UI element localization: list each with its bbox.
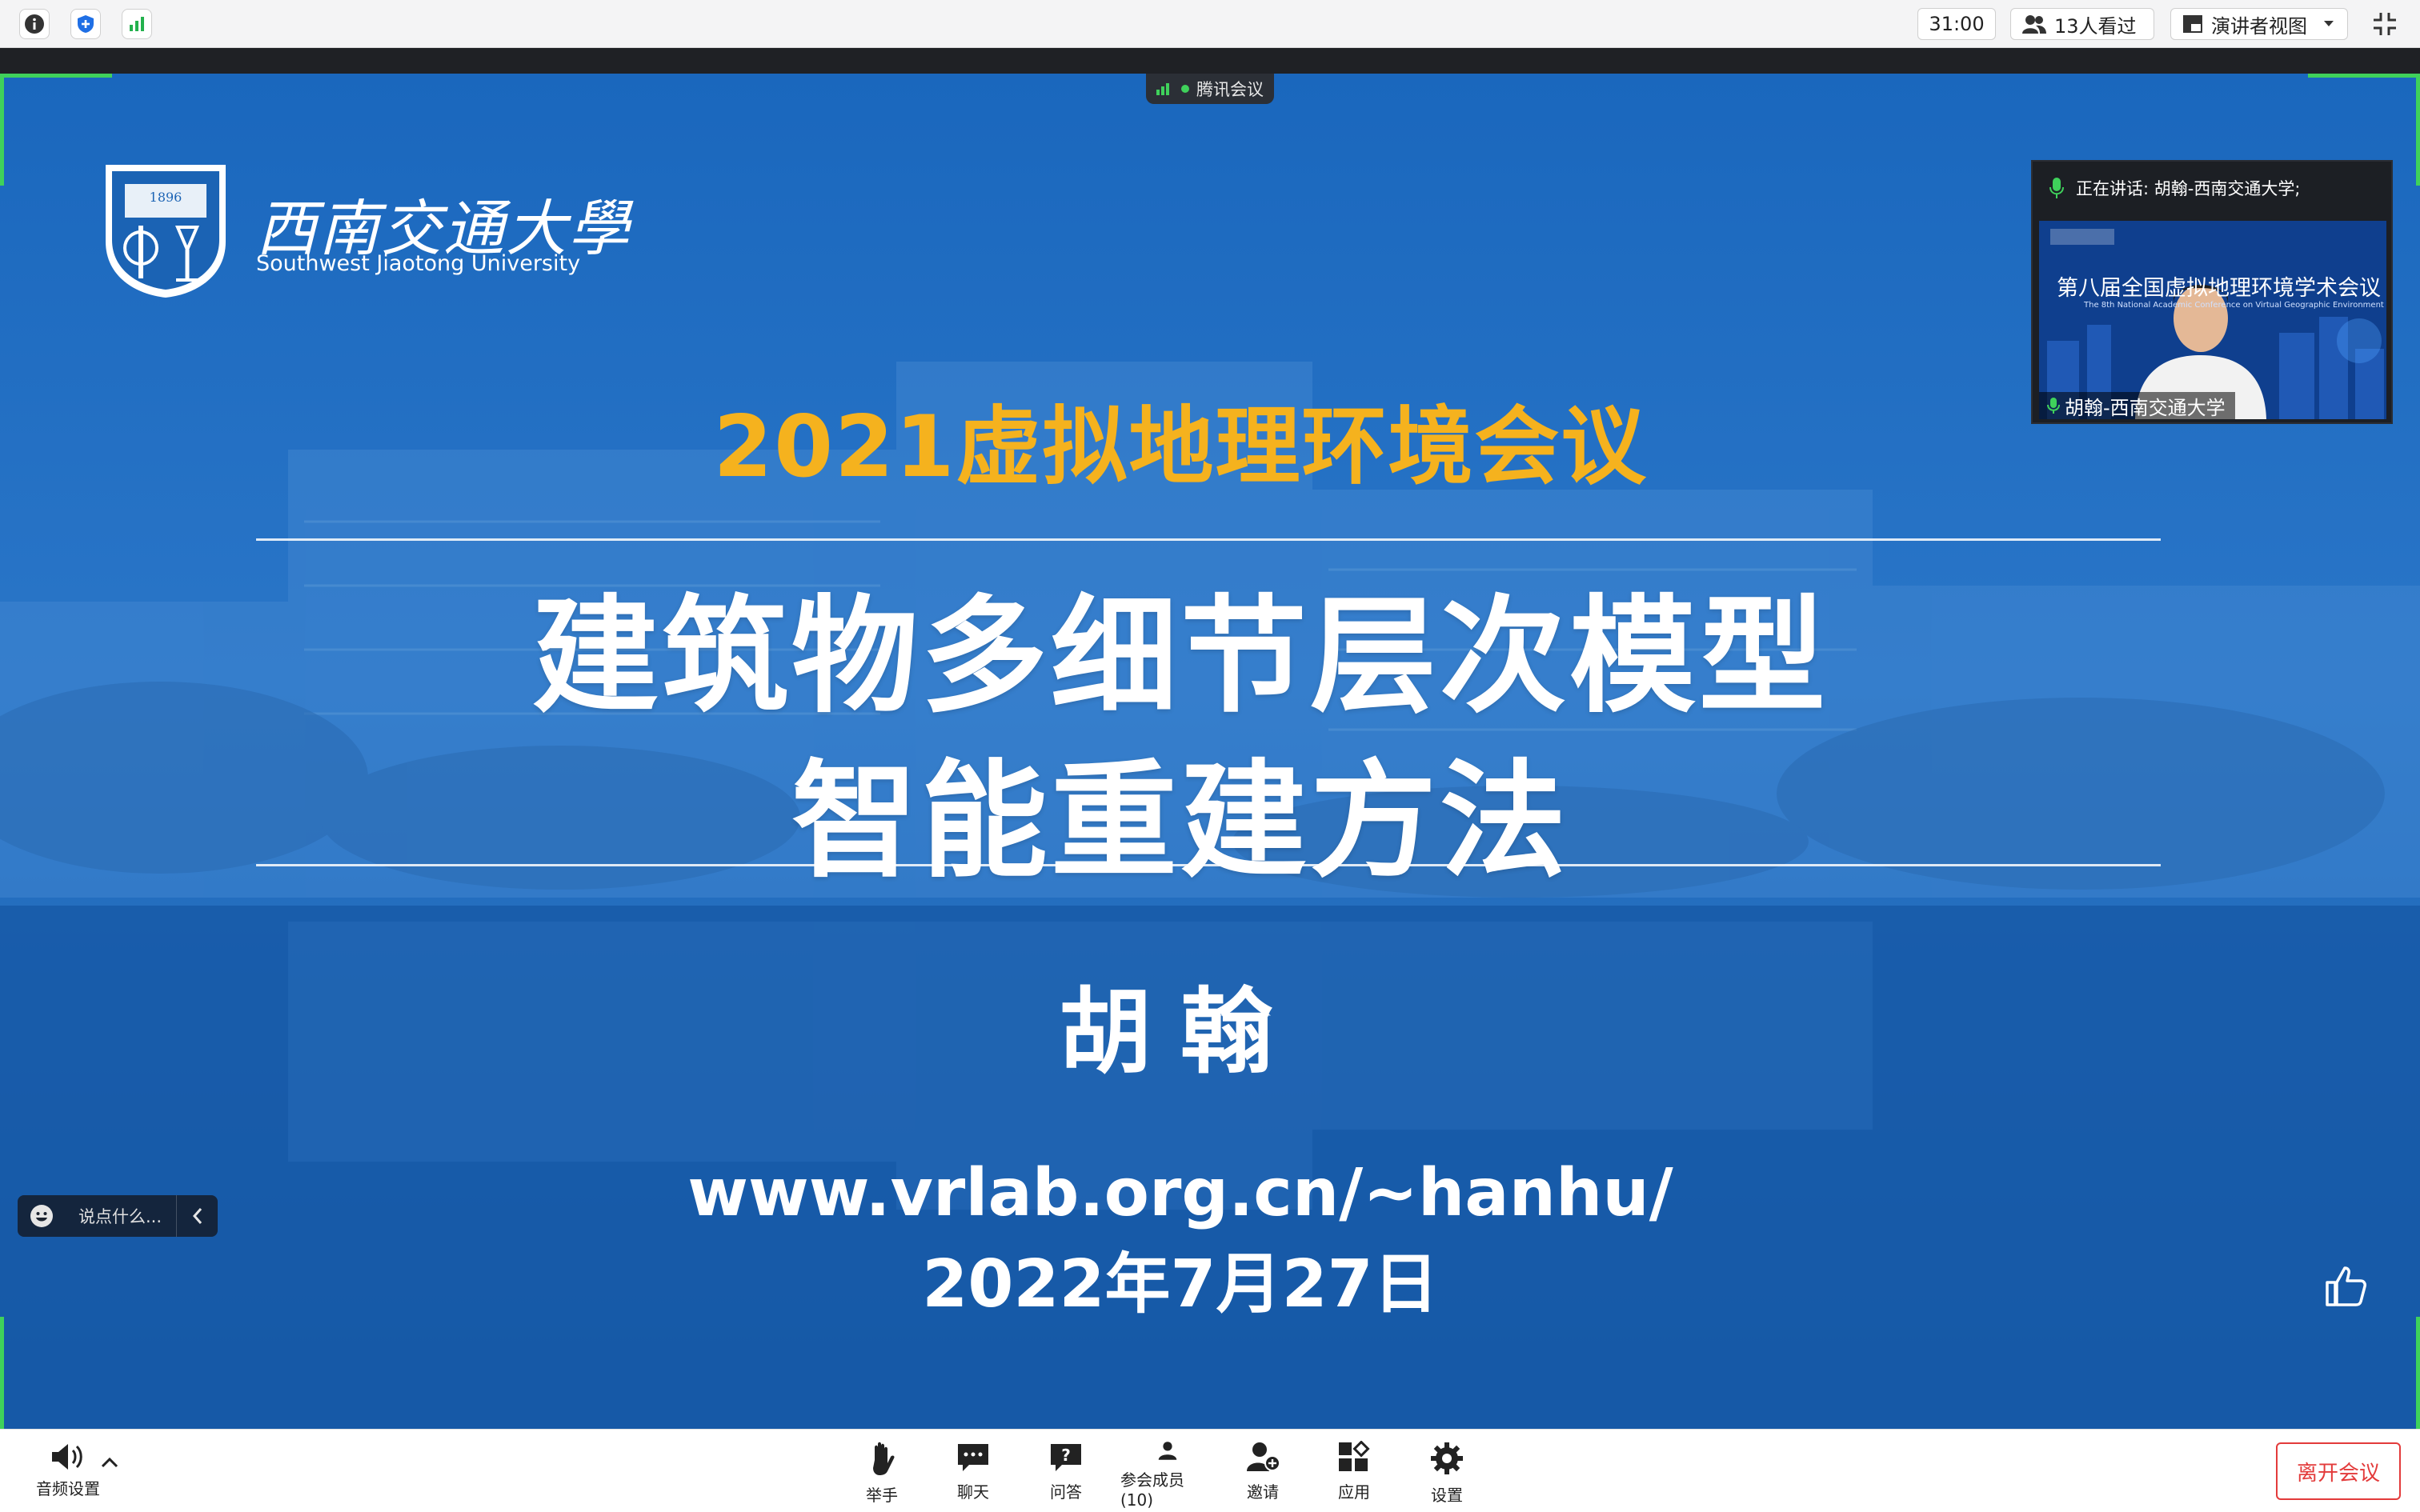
share-border-corner xyxy=(2416,1317,2420,1429)
audio-settings-button[interactable]: 音频设置 xyxy=(24,1441,112,1505)
university-emblem-icon: 1896 xyxy=(106,165,226,298)
view-mode-dropdown[interactable]: 演讲者视图 xyxy=(2170,8,2348,40)
share-border-corner xyxy=(0,74,4,186)
participants-button[interactable]: 参会成员(10) xyxy=(1120,1438,1215,1510)
conference-title: 2021虚拟地理环境会议 xyxy=(713,398,1648,496)
settings-icon xyxy=(1431,1442,1463,1474)
raise-hand-label: 举手 xyxy=(866,1486,898,1505)
speaking-label: 正在讲话: 胡翰-西南交通大学; xyxy=(2076,179,2301,198)
top-divider-strip xyxy=(0,48,2420,74)
share-border-corner xyxy=(2308,74,2420,78)
viewers-button[interactable]: 13人看过 xyxy=(2010,8,2154,40)
invite-button[interactable]: 邀请 xyxy=(1239,1438,1287,1510)
video-slide-title: 第八届全国虚拟地理环境学术会议 xyxy=(2057,276,2381,301)
invite-label: 邀请 xyxy=(1247,1482,1279,1502)
layout-icon xyxy=(2183,15,2202,33)
settings-label: 设置 xyxy=(1431,1486,1463,1505)
raise-hand-button[interactable]: 举手 xyxy=(858,1438,906,1510)
talk-title-line-2: 智能重建方法 xyxy=(791,748,1569,895)
video-slide-subtitle: The 8th National Academic Conference on … xyxy=(2084,301,2384,310)
security-shield-icon[interactable] xyxy=(70,9,101,39)
chat-quick-input[interactable]: 说点什么... xyxy=(18,1195,218,1237)
window-top-bar: 31:00 13人看过 演讲者视图 xyxy=(0,0,2420,48)
share-border-corner xyxy=(0,1317,4,1429)
share-border-corner xyxy=(0,74,112,78)
signal-icon xyxy=(1156,83,1169,95)
thumbs-up-icon[interactable] xyxy=(2322,1263,2367,1308)
timer-text: 31:00 xyxy=(1929,13,1985,35)
question-icon: ? xyxy=(1051,1444,1081,1471)
speaker-icon xyxy=(52,1444,82,1470)
speaking-indicator: 正在讲话: 胡翰-西南交通大学; xyxy=(2033,162,2391,214)
qa-button[interactable]: ? 问答 xyxy=(1042,1438,1090,1510)
people-icon xyxy=(2022,15,2046,34)
share-border-corner xyxy=(2416,74,2420,186)
university-name-en: Southwest Jiaotong University xyxy=(256,251,581,276)
meeting-timer: 31:00 xyxy=(1917,8,1996,40)
emblem-year-text: 1896 xyxy=(150,190,182,205)
emoji-icon[interactable] xyxy=(18,1195,66,1237)
raise-hand-icon xyxy=(873,1442,895,1475)
speaker-name-tag: 胡翰-西南交通大学 xyxy=(2039,392,2235,419)
meeting-app-label: 腾讯会议 xyxy=(1196,80,1264,99)
apps-icon xyxy=(1339,1441,1370,1471)
speaker-name: 胡翰-西南交通大学 xyxy=(2065,396,2226,419)
title-divider-top xyxy=(256,538,2161,541)
video-backdrop xyxy=(2039,221,2386,419)
status-dot-icon xyxy=(1181,85,1189,93)
microphone-icon xyxy=(2047,398,2060,414)
view-mode-text: 演讲者视图 xyxy=(2211,14,2307,38)
chevron-down-icon xyxy=(2324,21,2334,26)
speaker-video-feed: 第八届全国虚拟地理环境学术会议 The 8th National Academi… xyxy=(2039,221,2386,419)
chat-button[interactable]: 聊天 xyxy=(949,1438,997,1510)
chevron-up-icon[interactable] xyxy=(101,1457,118,1468)
title-divider-bottom xyxy=(256,864,2161,866)
viewers-text: 13人看过 xyxy=(2054,14,2137,38)
meeting-app-badge[interactable]: 腾讯会议 xyxy=(1146,74,1274,104)
apps-label: 应用 xyxy=(1338,1482,1370,1502)
microphone-icon xyxy=(2049,178,2064,198)
qa-label: 问答 xyxy=(1050,1482,1082,1502)
meeting-toolbar: 音频设置 举手 聊天 ? 问答 参会成员(10) 邀请 应用 设置 离开会议 xyxy=(0,1429,2420,1512)
author-url: www.vrlab.org.cn/~hanhu/ xyxy=(687,1155,1673,1231)
collapse-chevron-left-icon[interactable] xyxy=(176,1195,218,1237)
settings-button[interactable]: 设置 xyxy=(1423,1438,1471,1510)
toolbar-actions: 举手 聊天 ? 问答 参会成员(10) 邀请 应用 设置 xyxy=(858,1438,1471,1510)
speaker-video-panel[interactable]: 正在讲话: 胡翰-西南交通大学; 第八届全国虚拟地理环境学术会议 The 8th… xyxy=(2031,160,2393,424)
audio-settings-label: 音频设置 xyxy=(36,1479,100,1498)
network-signal-icon[interactable] xyxy=(122,9,152,39)
talk-date: 2022年7月27日 xyxy=(922,1246,1439,1322)
chat-icon xyxy=(958,1444,988,1471)
participants-icon xyxy=(1158,1442,1177,1460)
leave-meeting-button[interactable]: 离开会议 xyxy=(2276,1442,2401,1500)
chat-label: 聊天 xyxy=(957,1482,989,1502)
apps-button[interactable]: 应用 xyxy=(1330,1438,1378,1510)
presentation-stage: 腾讯会议 1896 西南交通大學 Southwest Jiaotong Univ… xyxy=(0,74,2420,1429)
chat-placeholder: 说点什么... xyxy=(78,1207,162,1226)
svg-text:?: ? xyxy=(1061,1446,1071,1465)
author-name: 胡翰 xyxy=(1059,978,1302,1086)
invite-icon xyxy=(1247,1442,1280,1471)
talk-title-line-1: 建筑物多细节层次模型 xyxy=(532,583,1829,730)
info-icon[interactable] xyxy=(19,9,50,39)
fullscreen-icon[interactable] xyxy=(2370,10,2399,38)
participants-label: 参会成员(10) xyxy=(1120,1470,1184,1510)
